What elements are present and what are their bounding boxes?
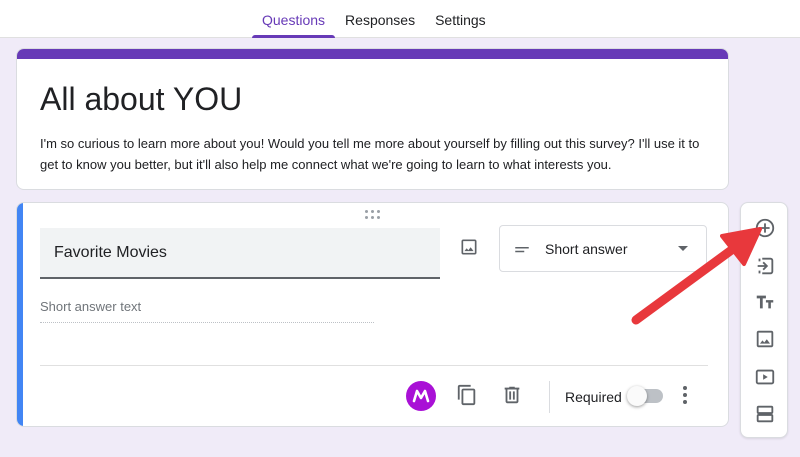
question-card-accent [17,203,23,426]
question-type-label: Short answer [545,241,628,257]
tab-bar: Questions Responses Settings [252,0,496,38]
toggle-knob [627,386,647,406]
question-card[interactable]: Favorite Movies Short answer Short answe… [16,202,729,427]
required-label: Required [565,389,622,405]
question-type-dropdown[interactable]: Short answer [499,225,707,272]
short-answer-icon [515,247,529,253]
form-title-card[interactable]: All about YOU I'm so curious to learn mo… [16,48,729,190]
addon-icon[interactable] [406,381,436,411]
floating-toolbar [740,202,788,438]
tab-responses[interactable]: Responses [335,0,425,38]
delete-icon[interactable] [498,381,526,409]
drag-handle-icon[interactable] [365,210,383,220]
top-bar: Questions Responses Settings [0,0,800,38]
add-image-to-question-icon[interactable] [457,235,481,259]
footer-divider [40,365,708,366]
tab-settings[interactable]: Settings [425,0,496,38]
form-description[interactable]: I'm so curious to learn more about you! … [40,133,710,175]
question-title-text: Favorite Movies [54,244,167,261]
more-options-icon[interactable] [677,383,693,407]
required-toggle[interactable] [627,386,663,406]
add-image-icon[interactable] [753,327,777,351]
add-video-icon[interactable] [753,365,777,389]
answer-placeholder: Short answer text [40,299,374,323]
tab-questions[interactable]: Questions [252,0,336,38]
duplicate-icon[interactable] [453,381,481,409]
add-title-icon[interactable] [753,290,777,314]
form-title[interactable]: All about YOU [40,81,242,118]
import-questions-icon[interactable] [753,254,777,278]
question-title-field[interactable]: Favorite Movies [40,228,440,279]
footer-separator [549,381,550,413]
title-card-accent-band [17,49,728,59]
add-section-icon[interactable] [753,402,777,426]
add-question-icon[interactable] [753,216,777,240]
chevron-down-icon [678,246,688,251]
